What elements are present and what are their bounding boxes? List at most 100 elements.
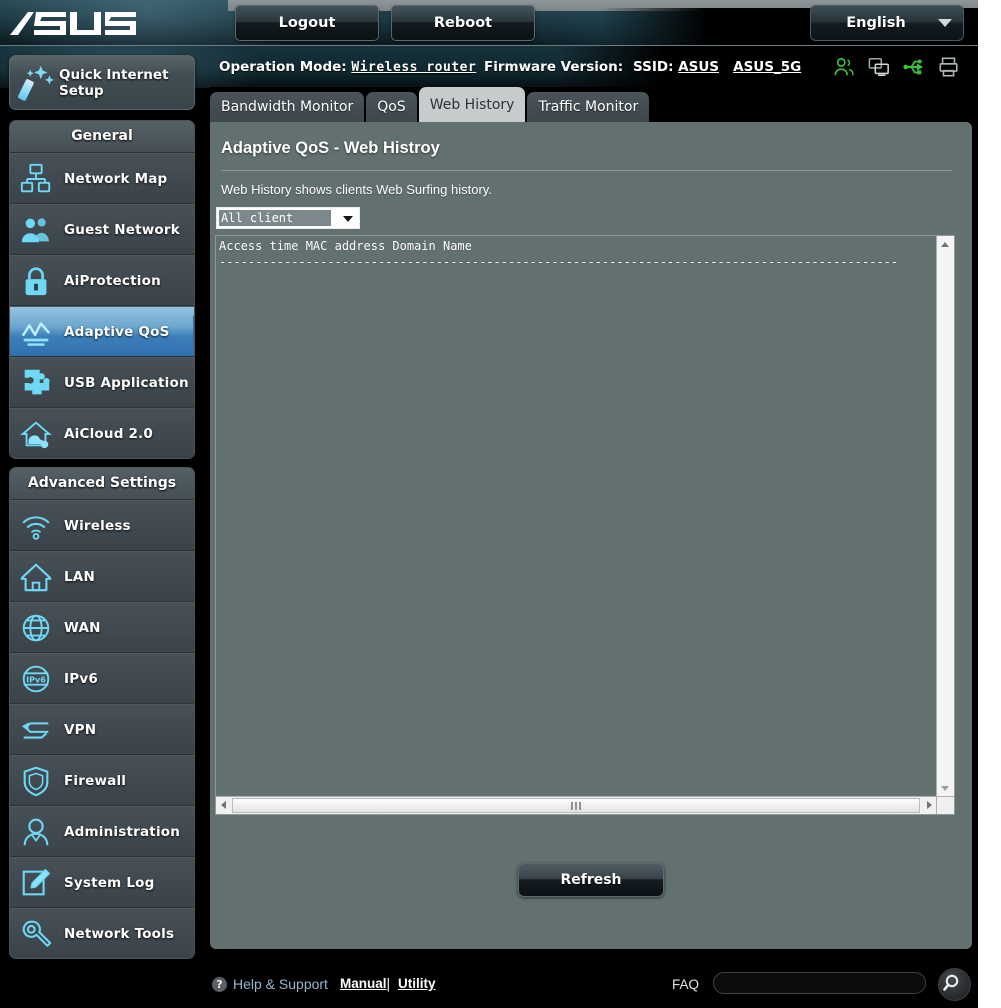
puzzle-piece-icon (24, 369, 50, 394)
sidebar-item-label: AiCloud 2.0 (64, 425, 153, 442)
reboot-button[interactable]: Reboot (391, 5, 535, 41)
web-history-content: Access time MAC address Domain Name ----… (219, 239, 899, 269)
sidebar-item-firewall[interactable]: Firewall (10, 755, 194, 806)
tab-bandwidth-monitor[interactable]: Bandwidth Monitor (210, 92, 365, 123)
vpn-arrows-icon (21, 721, 49, 739)
operation-mode-status: Operation Mode: Wireless router (219, 46, 476, 88)
magic-wand-icon (18, 65, 55, 101)
sidebar-group-general: General Network Map Guest Network AiProt… (9, 120, 195, 459)
triangle-right-icon (927, 801, 932, 809)
qos-waveform-icon (21, 321, 51, 346)
title-divider (221, 170, 952, 171)
sidebar-item-label: Administration (64, 823, 181, 840)
quick-internet-setup-button[interactable]: Quick Internet Setup (9, 55, 195, 110)
faq-label: FAQ (672, 977, 700, 992)
house-icon (20, 563, 52, 591)
horizontal-scroll-thumb[interactable] (232, 798, 920, 813)
scroll-right-button[interactable] (922, 797, 937, 814)
sidebar-item-ipv6[interactable]: IPv6 IPv6 (10, 653, 194, 704)
help-support-link[interactable]: Help & Support (233, 976, 328, 992)
question-mark-icon[interactable]: ? (212, 977, 227, 992)
logout-button[interactable]: Logout (235, 5, 379, 41)
sidebar-item-label: VPN (64, 721, 97, 738)
sidebar-item-label: IPv6 (64, 670, 98, 687)
sidebar-item-label: Firewall (64, 772, 127, 789)
triangle-down-icon (941, 786, 949, 791)
top-banner: Logout Reboot English (0, 0, 978, 45)
client-filter-select[interactable]: All client (216, 207, 360, 229)
main-content: Bandwidth Monitor QoS Web History Traffi… (210, 87, 978, 962)
language-selector-label: English (846, 15, 906, 31)
tab-traffic-monitor[interactable]: Traffic Monitor (527, 92, 650, 123)
refresh-button[interactable]: Refresh (518, 863, 664, 897)
faq-search-button[interactable] (938, 968, 971, 1001)
sidebar-item-lan[interactable]: LAN (10, 551, 194, 602)
scrollbar-corner (936, 796, 954, 814)
client-filter-value: All client (219, 210, 331, 226)
screen-share-icon[interactable] (868, 56, 890, 78)
ssid-5g-link[interactable]: ASUS_5G (733, 59, 801, 75)
manual-link[interactable]: Manual (340, 976, 387, 991)
ssid-24g-link[interactable]: ASUS (678, 59, 719, 75)
svg-text:IPv6: IPv6 (26, 675, 46, 684)
asus-logo (10, 10, 150, 36)
wrench-icon (22, 920, 52, 947)
sidebar-item-usb-application[interactable]: USB Application (10, 357, 194, 408)
sidebar: Quick Internet Setup General Network Map (0, 45, 210, 1008)
sidebar-item-administration[interactable]: Administration (10, 806, 194, 857)
sidebar-item-aicloud[interactable]: AiCloud 2.0 (10, 408, 194, 458)
sidebar-item-network-tools[interactable]: Network Tools (10, 908, 194, 958)
sidebar-item-wan[interactable]: WAN (10, 602, 194, 653)
operation-mode-value[interactable]: Wireless router (351, 60, 476, 75)
sidebar-item-label: WAN (64, 619, 101, 636)
user-icon (23, 818, 49, 845)
usb-icon[interactable] (903, 56, 925, 78)
wifi-icon (22, 515, 50, 540)
web-history-textarea[interactable]: Access time MAC address Domain Name ----… (215, 235, 955, 815)
search-icon (943, 974, 959, 991)
operation-mode-label: Operation Mode: (219, 59, 347, 75)
sidebar-item-vpn[interactable]: VPN (10, 704, 194, 755)
tab-qos[interactable]: QoS (366, 92, 417, 123)
language-selector[interactable]: English (810, 5, 964, 41)
vertical-scrollbar[interactable] (936, 236, 954, 797)
triangle-up-icon (941, 242, 949, 247)
utility-link[interactable]: Utility (398, 976, 436, 991)
asus-logo-mark (10, 12, 136, 35)
sidebar-item-wireless[interactable]: Wireless (10, 500, 194, 551)
ssid-label: SSID: (633, 59, 674, 75)
printer-icon[interactable] (938, 56, 960, 78)
sidebar-group-advanced: Advanced Settings Wireless LAN WAN IPv6 … (9, 467, 195, 959)
sidebar-item-label: System Log (64, 874, 155, 891)
ipv6-globe-icon: IPv6 (22, 665, 50, 692)
sidebar-item-system-log[interactable]: System Log (10, 857, 194, 908)
scroll-down-button[interactable] (937, 780, 954, 797)
horizontal-scrollbar[interactable] (216, 796, 937, 814)
tab-bar: Bandwidth Monitor QoS Web History Traffi… (210, 87, 651, 123)
scroll-up-button[interactable] (937, 236, 954, 253)
status-icon-group (833, 46, 960, 88)
chevron-down-icon (938, 19, 952, 27)
sidebar-item-network-map[interactable]: Network Map (10, 153, 194, 204)
sidebar-item-label: Adaptive QoS (64, 323, 170, 340)
triangle-left-icon (221, 801, 226, 809)
footer: ? Help & Support Manual | Utility FAQ (0, 962, 978, 1008)
sidebar-item-label: USB Application (64, 374, 189, 391)
scroll-left-button[interactable] (216, 797, 231, 814)
page-description: Web History shows clients Web Surfing hi… (221, 182, 492, 197)
tab-web-history[interactable]: Web History (418, 87, 526, 123)
sidebar-item-guest-network[interactable]: Guest Network (10, 204, 194, 255)
quick-internet-setup-label: Quick Internet Setup (59, 66, 169, 99)
sidebar-item-label: Guest Network (64, 221, 180, 238)
scroll-grip-icon (571, 802, 581, 810)
faq-search-input[interactable] (713, 972, 926, 994)
shield-icon (23, 766, 49, 796)
lock-shield-icon (25, 266, 47, 295)
sidebar-group-advanced-title: Advanced Settings (10, 468, 194, 500)
network-map-icon (20, 163, 51, 192)
footer-link-separator: | (386, 976, 391, 992)
sidebar-item-adaptive-qos[interactable]: Adaptive QoS (10, 306, 194, 357)
sidebar-item-aiprotection[interactable]: AiProtection (10, 255, 194, 306)
clients-icon[interactable] (833, 56, 855, 78)
sidebar-item-label: LAN (64, 568, 95, 585)
